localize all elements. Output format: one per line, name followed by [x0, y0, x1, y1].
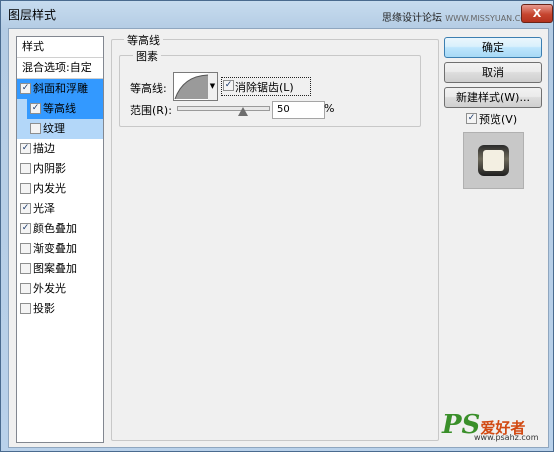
style-preview-thumbnail — [463, 132, 524, 189]
contour-dropdown-arrow[interactable]: ▼ — [208, 72, 218, 101]
style-item-pattern-overlay[interactable]: 图案叠加 — [17, 259, 103, 279]
contour-checkbox[interactable]: ✓ — [30, 103, 41, 114]
layer-style-dialog: 图层样式 思缘设计论坛 WWW.MISSYUAN.COM X 样式 混合选项:自… — [0, 0, 554, 452]
style-item-contour[interactable]: ✓ 等高线 — [17, 99, 103, 119]
style-item-outer-glow[interactable]: 外发光 — [17, 279, 103, 299]
contour-picker[interactable] — [173, 72, 210, 101]
preview-swatch-icon — [478, 145, 509, 176]
stroke-checkbox[interactable]: ✓ — [20, 143, 31, 154]
style-list-header[interactable]: 样式 — [17, 37, 103, 57]
blend-options-item[interactable]: 混合选项:自定 — [17, 58, 103, 78]
antialias-checkbox[interactable]: ✓ — [223, 80, 234, 91]
range-input[interactable]: 50 — [272, 101, 325, 119]
style-item-stroke[interactable]: ✓ 描边 — [17, 139, 103, 159]
contour-curve-icon — [174, 74, 209, 100]
gradient-overlay-checkbox[interactable] — [20, 243, 31, 254]
inner-shadow-checkbox[interactable] — [20, 163, 31, 174]
pattern-overlay-checkbox[interactable] — [20, 263, 31, 274]
style-item-gradient-overlay[interactable]: 渐变叠加 — [17, 239, 103, 259]
style-item-drop-shadow[interactable]: 投影 — [17, 299, 103, 319]
cancel-button[interactable]: 取消 — [444, 62, 542, 83]
contour-group-title: 等高线 — [124, 32, 163, 48]
watermark: 思缘设计论坛 WWW.MISSYUAN.COM — [382, 9, 534, 24]
elements-group-title: 图素 — [133, 48, 161, 64]
style-list: 样式 混合选项:自定 ✓ 斜面和浮雕 ✓ 等高线 纹理 ✓ 描边 内阴影 内发光… — [16, 36, 104, 443]
title-bar[interactable]: 图层样式 思缘设计论坛 WWW.MISSYUAN.COM X — [1, 1, 553, 27]
logo-domain: www.psahz.com — [474, 433, 539, 442]
close-button[interactable]: X — [521, 4, 553, 23]
satin-checkbox[interactable]: ✓ — [20, 203, 31, 214]
preview-checkbox[interactable]: ✓ — [466, 113, 477, 124]
style-item-bevel-emboss[interactable]: ✓ 斜面和浮雕 — [17, 79, 103, 99]
range-label: 范围(R): — [130, 104, 172, 117]
range-slider-thumb[interactable] — [238, 107, 248, 116]
color-overlay-checkbox[interactable]: ✓ — [20, 223, 31, 234]
chevron-down-icon: ▼ — [209, 82, 216, 90]
style-item-inner-shadow[interactable]: 内阴影 — [17, 159, 103, 179]
close-icon: X — [532, 7, 542, 20]
inner-glow-checkbox[interactable] — [20, 183, 31, 194]
antialias-label[interactable]: 消除锯齿(L) — [235, 79, 294, 95]
dialog-title: 图层样式 — [8, 8, 57, 22]
ok-button[interactable]: 确定 — [444, 37, 542, 58]
range-slider[interactable] — [177, 106, 270, 111]
contour-label: 等高线: — [130, 82, 167, 95]
style-item-texture[interactable]: 纹理 — [17, 119, 103, 139]
bevel-emboss-checkbox[interactable]: ✓ — [20, 83, 31, 94]
drop-shadow-checkbox[interactable] — [20, 303, 31, 314]
outer-glow-checkbox[interactable] — [20, 283, 31, 294]
psahz-logo: PS爱好者 www.psahz.com — [442, 410, 538, 442]
new-style-button[interactable]: 新建样式(W)... — [444, 87, 542, 108]
style-item-color-overlay[interactable]: ✓ 颜色叠加 — [17, 219, 103, 239]
texture-checkbox[interactable] — [30, 123, 41, 134]
style-item-satin[interactable]: ✓ 光泽 — [17, 199, 103, 219]
range-unit: % — [324, 102, 335, 115]
style-item-inner-glow[interactable]: 内发光 — [17, 179, 103, 199]
preview-label[interactable]: 预览(V) — [479, 111, 517, 127]
dialog-body: 样式 混合选项:自定 ✓ 斜面和浮雕 ✓ 等高线 纹理 ✓ 描边 内阴影 内发光… — [8, 28, 549, 448]
watermark-text: 思缘设计论坛 — [382, 13, 442, 24]
